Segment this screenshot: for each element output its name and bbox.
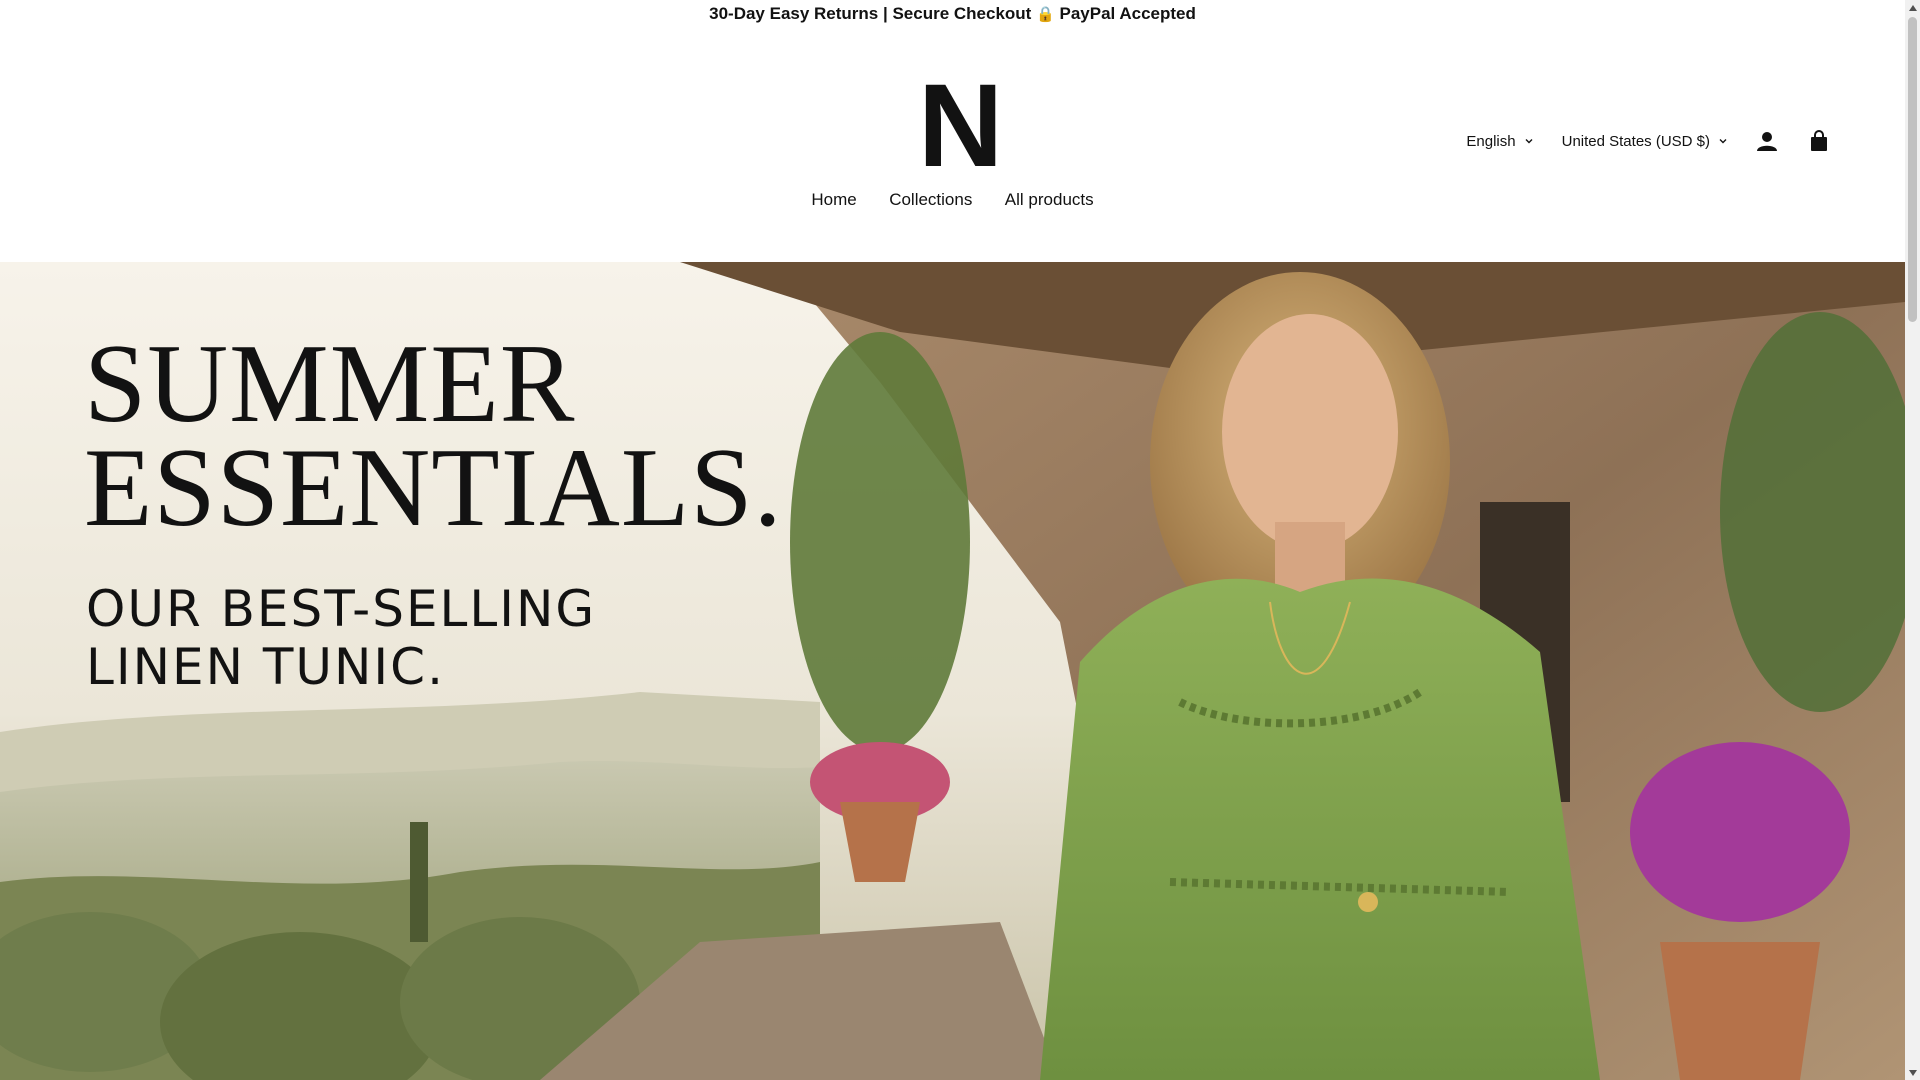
hero-title-line2: ESSENTIALS. [84,426,783,550]
hero-subtitle: OUR BEST-SELLING LINEN TUNIC. [86,580,596,696]
announcement-text-part1: 30-Day Easy Returns | Secure Checkout [709,4,1037,23]
nav-all-products[interactable]: All products [1005,190,1094,210]
lock-icon: 🔒 [1036,6,1055,23]
main-navigation: Home Collections All products [0,190,1905,210]
hero-banner[interactable]: SUMMER ESSENTIALS. OUR BEST-SELLING LINE… [0,262,1905,1080]
hero-title: SUMMER ESSENTIALS. [84,328,783,544]
store-logo[interactable]: N [918,67,1003,185]
scroll-down-arrow-icon[interactable] [1905,1065,1920,1080]
scrollbar-thumb[interactable] [1908,17,1917,322]
header-tools: English United States (USD $) [1466,126,1830,156]
site-header: N English United States (USD $) [0,28,1905,262]
cart-button[interactable] [1808,130,1830,152]
storefront-page: 30-Day Easy Returns | Secure Checkout 🔒 … [0,0,1905,1080]
page-scrollbar[interactable] [1905,0,1920,1080]
announcement-text-part2: PayPal Accepted [1054,4,1196,23]
hero-subtitle-line2: LINEN TUNIC. [86,638,445,696]
account-button[interactable] [1756,130,1778,152]
language-label: English [1466,132,1516,150]
scroll-up-arrow-icon[interactable] [1905,0,1920,15]
account-icon [1757,132,1777,151]
currency-label: United States (USD $) [1561,132,1710,150]
nav-collections[interactable]: Collections [889,190,972,210]
hero-subtitle-line1: OUR BEST-SELLING [86,580,597,638]
language-selector[interactable]: English [1466,133,1533,150]
nav-home[interactable]: Home [811,190,856,210]
cart-icon [1811,130,1827,151]
chevron-down-icon [1525,139,1533,144]
currency-selector[interactable]: United States (USD $) [1562,133,1728,150]
chevron-down-icon [1719,139,1727,144]
announcement-bar: 30-Day Easy Returns | Secure Checkout 🔒 … [0,0,1905,28]
